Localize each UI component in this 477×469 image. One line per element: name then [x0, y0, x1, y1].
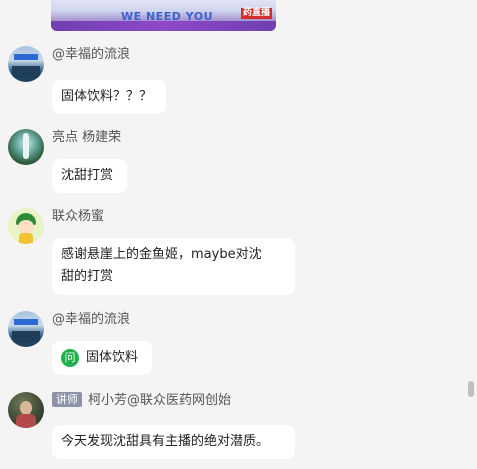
chat-message-list[interactable]: WE NEED YOU 药直播 @幸福的流浪 固体饮料？？？ 亮点 杨建荣 沈甜… — [0, 0, 477, 469]
message-text-line: 甜的打赏 — [61, 269, 114, 284]
message-bubble[interactable]: 固体饮料？？？ — [52, 80, 166, 114]
lecturer-tag: 讲师 — [52, 392, 82, 407]
message-text: 固体饮料？？？ — [61, 89, 153, 104]
message-text: 固体饮料 — [86, 350, 139, 365]
message-text-line: 感谢悬崖上的金鱼姬，maybe对沈 — [61, 247, 262, 262]
message-bubble[interactable]: 感谢悬崖上的金鱼姬，maybe对沈 甜的打赏 — [52, 238, 295, 295]
sender-name[interactable]: @幸福的流浪 — [52, 46, 130, 64]
avatar-shirt — [16, 414, 36, 428]
sender-name[interactable]: 柯小芳@联众医药网创始 — [88, 393, 231, 408]
avatar-sign — [14, 319, 38, 325]
avatar-building — [12, 331, 40, 343]
message-bubble[interactable]: 沈甜打赏 — [52, 159, 127, 193]
banner-text: WE NEED YOU — [121, 10, 214, 23]
user-avatar[interactable] — [8, 311, 44, 347]
avatar-body — [19, 233, 33, 244]
sender-name[interactable]: 联众杨蜜 — [52, 208, 104, 226]
avatar-sign — [14, 54, 38, 60]
user-avatar[interactable] — [8, 129, 44, 165]
avatar-head — [20, 401, 32, 415]
scrollbar-thumb[interactable] — [468, 381, 474, 397]
user-avatar[interactable] — [8, 392, 44, 428]
sender-name[interactable]: @幸福的流浪 — [52, 311, 130, 329]
message-bubble[interactable]: 今天发现沈甜具有主播的绝对潜质。 — [52, 425, 295, 459]
question-message-bubble[interactable]: 问固体饮料 — [52, 341, 152, 375]
avatar-building — [12, 66, 40, 78]
user-avatar[interactable] — [8, 208, 44, 244]
sender-name[interactable]: 亮点 杨建荣 — [52, 129, 121, 147]
banner-badge: 药直播 — [240, 8, 272, 19]
message-text: 今天发现沈甜具有主播的绝对潜质。 — [61, 434, 270, 449]
user-avatar[interactable] — [8, 46, 44, 82]
avatar-face — [18, 220, 34, 234]
message-text: 沈甜打赏 — [61, 168, 114, 183]
avatar-waterfall — [23, 133, 29, 159]
question-icon: 问 — [61, 348, 79, 367]
sender-name-row: 讲师 柯小芳@联众医药网创始 — [52, 392, 231, 410]
recruitment-banner-image[interactable]: WE NEED YOU 药直播 — [51, 0, 276, 31]
